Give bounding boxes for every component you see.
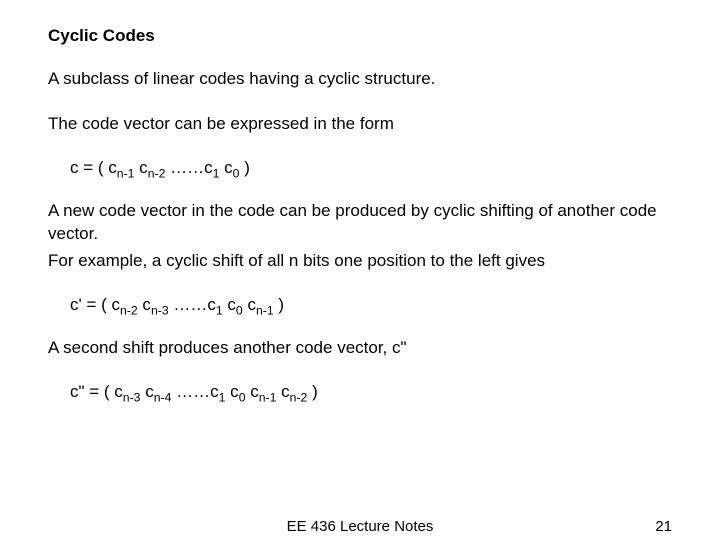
eq-sub: 0 [236, 303, 243, 317]
paragraph-shift-a: A new code vector in the code can be pro… [48, 200, 672, 246]
equation-c-prime: c' = ( cn-2 cn-3 ……c1 c0 cn-1 ) [70, 295, 672, 315]
eq-text: c" = ( c [70, 382, 123, 401]
eq-sub: 1 [216, 303, 223, 317]
eq-sub: n-2 [290, 390, 308, 404]
eq-text: c = ( c [70, 158, 117, 177]
eq-text: ……c [169, 295, 216, 314]
eq-sub: n-1 [259, 390, 277, 404]
paragraph-form: The code vector can be expressed in the … [48, 113, 672, 136]
paragraph-second-shift: A second shift produces another code vec… [48, 337, 672, 360]
eq-sub: 0 [239, 390, 246, 404]
paragraph-shift-b: For example, a cyclic shift of all n bit… [48, 250, 672, 273]
paragraph-intro: A subclass of linear codes having a cycl… [48, 68, 672, 91]
eq-text: c [243, 295, 256, 314]
eq-text: ……c [165, 158, 212, 177]
eq-sub: n-3 [123, 390, 141, 404]
eq-sub: n-1 [117, 166, 135, 180]
eq-sub: n-4 [154, 390, 172, 404]
eq-text: ……c [171, 382, 218, 401]
footer-course: EE 436 Lecture Notes [287, 518, 434, 535]
eq-text: c [223, 295, 236, 314]
equation-c-double-prime: c" = ( cn-3 cn-4 ……c1 c0 cn-1 cn-2 ) [70, 382, 672, 402]
eq-sub: n-2 [148, 166, 166, 180]
equation-c: c = ( cn-1 cn-2 ……c1 c0 ) [70, 158, 672, 178]
eq-text: c' = ( c [70, 295, 120, 314]
eq-text: c [140, 382, 153, 401]
eq-text: c [225, 382, 238, 401]
slide-title: Cyclic Codes [48, 26, 672, 46]
eq-text: c [134, 158, 147, 177]
eq-text: c [138, 295, 151, 314]
eq-text: ) [274, 295, 284, 314]
eq-text: ) [239, 158, 249, 177]
eq-text: c [219, 158, 232, 177]
eq-sub: n-3 [151, 303, 169, 317]
eq-sub: n-1 [256, 303, 274, 317]
eq-text: c [276, 382, 289, 401]
eq-text: c [246, 382, 259, 401]
eq-text: ) [307, 382, 317, 401]
page-number: 21 [655, 518, 672, 535]
eq-sub: n-2 [120, 303, 138, 317]
